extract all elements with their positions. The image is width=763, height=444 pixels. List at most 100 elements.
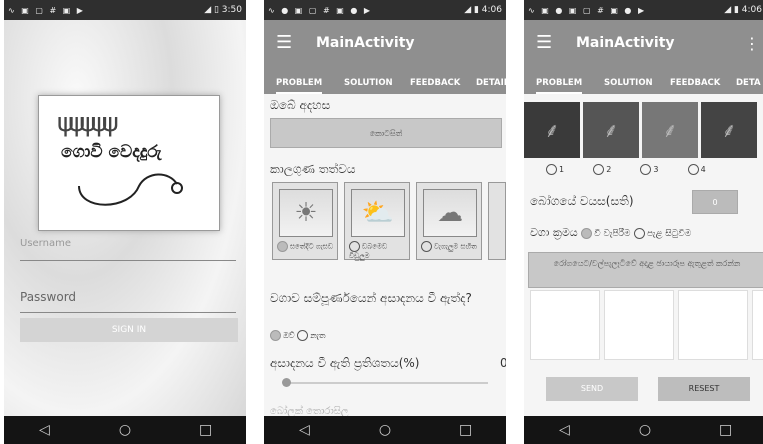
- yes-no-group: ඔව් නැත: [270, 330, 325, 341]
- reset-button[interactable]: RESEST: [658, 377, 750, 401]
- percent-label: අසාදනය වී ඇති ප්‍රතිශතය(%): [270, 356, 420, 370]
- stethoscope-icon: [78, 173, 183, 206]
- problem-content: ⸙ ⸙ ⸙ ⸙ 1 2 3 4 බෝගයේ වයස(සති) 0 වගා ක්‍…: [524, 94, 763, 416]
- home-icon[interactable]: ○: [110, 422, 140, 438]
- no-label: නැත: [310, 331, 326, 340]
- weather-card-rainy[interactable]: ☁ වැගැලුම සහිත: [416, 182, 482, 260]
- status-clock: ◢ ▮ 4:06: [464, 5, 502, 15]
- slider-knob[interactable]: [282, 378, 291, 387]
- cloud-sun-icon: ⛅: [351, 189, 405, 237]
- status-bar: ∿ ▣ ▢ # ▣ ▶ ◢ ▯ 3:50: [4, 0, 246, 20]
- plant-image[interactable]: ⸙: [642, 102, 698, 158]
- weather-option-label: වැගැලුම සහිත: [434, 242, 477, 251]
- upload-photos-button[interactable]: රෝගයෙට/වල්පැලෑටිවේ අදාළ ඡායාරූප ඇතුළත් ක…: [528, 252, 763, 288]
- recents-icon[interactable]: □: [711, 422, 741, 438]
- radio-plant-2[interactable]: [593, 164, 605, 175]
- cut-off-label: බෝලක් තොරාසිල: [270, 406, 349, 416]
- plant-image[interactable]: ⸙: [524, 102, 580, 158]
- recents-icon[interactable]: □: [191, 422, 221, 438]
- hamburger-icon[interactable]: ☰: [276, 32, 292, 53]
- photo-slot[interactable]: [678, 290, 748, 360]
- back-icon[interactable]: ◁: [549, 422, 579, 438]
- app-bar: ☰ MainActivity ⋮: [524, 20, 763, 72]
- radio-yes[interactable]: [270, 330, 281, 341]
- more-vert-icon[interactable]: ⋮: [744, 34, 760, 53]
- sun-icon: ☀: [279, 189, 333, 237]
- hamburger-icon[interactable]: ☰: [536, 32, 552, 53]
- tab-feedback[interactable]: FEEDBACK: [670, 78, 720, 88]
- photo-slot[interactable]: [604, 290, 674, 360]
- plant-radio-label: 2: [606, 165, 612, 174]
- method-option-2: පැළ සිටුවීම: [646, 229, 692, 239]
- notification-icons: ∿ ▣ ● ▣ ▢ # ▣ ● ▶: [528, 5, 647, 15]
- plant-image-row: ⸙ ⸙ ⸙ ⸙: [524, 102, 763, 158]
- plant-image[interactable]: ⸙: [583, 102, 639, 158]
- radio-method-transplant[interactable]: [633, 227, 645, 239]
- tab-problem[interactable]: PROBLEM: [276, 78, 323, 94]
- age-label: බෝගයේ වයස(සති): [530, 194, 634, 208]
- logo-title: ගොවි වෙදදුරු: [61, 142, 162, 162]
- tab-feedback[interactable]: FEEDBACK: [410, 78, 460, 88]
- radio-plant-4[interactable]: [687, 164, 699, 175]
- nav-bar: ◁ ○ □: [264, 416, 506, 444]
- sign-in-button[interactable]: SIGN IN: [20, 318, 238, 342]
- plant-radio-label: 4: [700, 165, 706, 174]
- method-row: වගා ක්‍රමය වී වැපිරීම පැළ සිටුවීම: [530, 226, 691, 240]
- method-label: වගා ක්‍රමය: [530, 226, 578, 239]
- nav-bar: ◁ ○ □: [4, 416, 246, 444]
- back-icon[interactable]: ◁: [29, 422, 59, 438]
- tab-detail[interactable]: DETAIL: [476, 78, 506, 88]
- password-field[interactable]: Password: [20, 290, 236, 313]
- plant-radio-label: 1: [559, 165, 565, 174]
- notification-icons: ∿ ● ▣ ▢ # ▣ ● ▶: [268, 5, 372, 15]
- tab-solution[interactable]: SOLUTION: [604, 78, 653, 88]
- status-clock: ◢ ▯ 3:50: [204, 5, 242, 15]
- home-icon[interactable]: ○: [630, 422, 660, 438]
- app-title: MainActivity: [576, 35, 675, 51]
- weather-card-cloudy[interactable]: ⛅ ඩබමෙඩ විඩුලුම: [344, 182, 410, 260]
- weather-label: කාලගුණ තත්වය: [270, 162, 356, 176]
- weather-card-sunny[interactable]: ☀ සතේදිට ගැසඩ: [272, 182, 338, 260]
- age-input[interactable]: 0: [692, 190, 738, 214]
- nav-bar: ◁ ○ □: [524, 416, 763, 444]
- back-icon[interactable]: ◁: [289, 422, 319, 438]
- tab-problem[interactable]: PROBLEM: [536, 78, 583, 94]
- radio-no[interactable]: [297, 330, 309, 341]
- login-screen: ∿ ▣ ▢ # ▣ ▶ ◢ ▯ 3:50 ψψψψψ ගොවි වෙදදුරු …: [4, 0, 246, 444]
- username-field[interactable]: Username: [20, 238, 236, 261]
- status-bar: ∿ ▣ ● ▣ ▢ # ▣ ● ▶ ◢ ▮ 4:06: [524, 0, 763, 20]
- plant-radio-group: 1 2 3 4: [546, 164, 706, 175]
- problem-screen: ∿ ● ▣ ▢ # ▣ ● ▶ ◢ ▮ 4:06 ☰ MainActivity …: [264, 0, 506, 444]
- recents-icon[interactable]: □: [451, 422, 481, 438]
- tab-bar: PROBLEM SOLUTION FEEDBACK DETA: [524, 72, 763, 94]
- yes-label: ඔව්: [283, 331, 295, 340]
- method-option-1: වී වැපිරීම: [594, 229, 631, 239]
- tab-detail[interactable]: DETA: [736, 78, 761, 88]
- radio-method-sowing[interactable]: [581, 227, 593, 239]
- send-button[interactable]: SEND: [546, 377, 638, 401]
- weather-card-partial[interactable]: [488, 182, 506, 260]
- infection-question: වගාව සම්පූර්ණයෙන් අසාදනය වී ඇත්ද?: [270, 291, 472, 305]
- home-icon[interactable]: ○: [370, 422, 400, 438]
- tab-solution[interactable]: SOLUTION: [344, 78, 393, 88]
- radio-sunny[interactable]: [277, 241, 288, 252]
- record-button[interactable]: කොටසිත්: [270, 118, 502, 148]
- plant-radio-label: 3: [653, 165, 659, 174]
- problem-content: ඔබේ අදහස කොටසිත් කාලගුණ තත්වය ☀ සතේදිට ග…: [264, 94, 506, 416]
- idea-label: ඔබේ අදහස: [270, 98, 331, 112]
- percent-value: 0: [500, 356, 506, 370]
- app-logo: ψψψψψ ගොවි වෙදදුරු: [38, 95, 220, 231]
- percent-slider[interactable]: [282, 378, 488, 387]
- app-bar: ☰ MainActivity: [264, 20, 506, 72]
- radio-plant-3[interactable]: [640, 164, 652, 175]
- photo-slot[interactable]: [752, 290, 763, 360]
- photo-slot[interactable]: [530, 290, 600, 360]
- radio-cloudy[interactable]: [349, 241, 360, 252]
- status-clock: ◢ ▮ 4:06: [724, 5, 762, 15]
- weather-option-label: සතේදිට ගැසඩ: [290, 242, 334, 251]
- plant-image[interactable]: ⸙: [701, 102, 757, 158]
- radio-rainy[interactable]: [421, 241, 432, 252]
- radio-plant-1[interactable]: [546, 164, 557, 175]
- status-bar: ∿ ● ▣ ▢ # ▣ ● ▶ ◢ ▮ 4:06: [264, 0, 506, 20]
- tab-bar: PROBLEM SOLUTION FEEDBACK DETAIL: [264, 72, 506, 94]
